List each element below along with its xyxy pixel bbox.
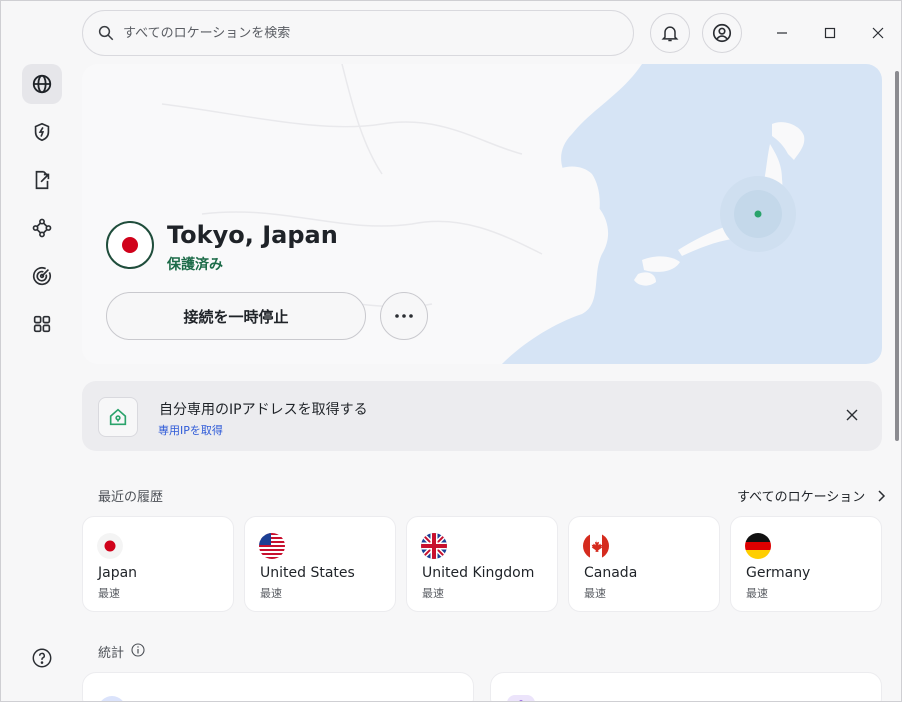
recent-card-name: United Kingdom [422, 565, 535, 581]
recent-card-name: United States [260, 565, 355, 581]
minimize-button[interactable] [768, 19, 796, 47]
recent-card-japan[interactable]: Japan 最速 [82, 516, 234, 612]
help-button[interactable] [30, 646, 54, 670]
pause-connection-button[interactable]: 接続を一時停止 [106, 292, 366, 340]
recent-card-germany[interactable]: Germany 最速 [730, 516, 882, 612]
recent-card-sub: 最速 [422, 587, 444, 600]
recent-heading: 最近の履歴 [98, 490, 164, 505]
recent-card-sub: 最速 [746, 587, 768, 600]
sidebar-item-meshnet[interactable] [22, 208, 62, 248]
more-horizontal-icon [395, 314, 413, 318]
current-location-flag [106, 221, 154, 269]
more-options-button[interactable] [380, 292, 428, 340]
us-flag-icon [259, 533, 285, 559]
search-icon [98, 25, 114, 41]
sidebar-item-dark-web-monitor[interactable] [22, 256, 62, 296]
bell-icon [661, 26, 679, 42]
globe-icon [32, 74, 52, 94]
stats-left-icon [101, 696, 123, 701]
all-locations-label: すべてのロケーション [737, 490, 866, 505]
recent-card-united-states[interactable]: United States 最速 [244, 516, 396, 612]
account-button[interactable] [702, 13, 742, 53]
get-dedicated-ip-link[interactable]: 専用IPを取得 [158, 422, 223, 438]
sidebar-item-split-tunneling[interactable] [22, 160, 62, 200]
chevron-right-icon [878, 489, 886, 502]
recent-card-sub: 最速 [260, 587, 282, 600]
split-tunnel-icon [35, 170, 50, 190]
maximize-icon [824, 27, 836, 39]
banner-close-button[interactable] [840, 403, 864, 427]
recent-card-name: Canada [584, 565, 638, 581]
recent-card-united-kingdom[interactable]: United Kingdom 最速 [406, 516, 558, 612]
maximize-button[interactable] [816, 19, 844, 47]
stats-heading: 統計 [98, 646, 125, 661]
scrollbar-thumb[interactable] [895, 71, 899, 441]
app-window: Tokyo, Japan 保護済み 接続を一時停止 自分専用のIPアドレスを取得… [0, 0, 902, 702]
search-bar[interactable] [82, 10, 634, 56]
info-icon[interactable] [131, 643, 145, 657]
help-icon [32, 648, 52, 668]
stats-card-left[interactable] [82, 672, 474, 701]
japan-flag-icon [97, 533, 123, 559]
connection-status: 保護済み [167, 257, 223, 273]
search-input[interactable] [123, 25, 603, 41]
dedicated-ip-icon-box [98, 397, 138, 437]
japan-flag-icon [112, 227, 148, 263]
sidebar-item-locations[interactable] [22, 64, 62, 104]
dedicated-ip-banner: 自分専用のIPアドレスを取得する 専用IPを取得 [82, 381, 882, 451]
meshnet-icon [32, 218, 52, 238]
apps-grid-icon [33, 315, 51, 333]
recent-card-name: Germany [746, 565, 811, 581]
recent-card-sub: 最速 [584, 587, 606, 600]
banner-title: 自分専用のIPアドレスを取得する [159, 402, 368, 418]
canada-flag-icon [583, 533, 609, 559]
radar-icon [32, 267, 51, 286]
recent-card-name: Japan [98, 565, 138, 581]
all-locations-link[interactable]: すべてのロケーション [737, 486, 889, 505]
close-icon [872, 27, 884, 39]
recent-card-canada[interactable]: Canada 最速 [568, 516, 720, 612]
uk-flag-icon [421, 533, 447, 559]
sidebar-item-apps[interactable] [22, 304, 62, 344]
germany-flag-icon [745, 533, 771, 559]
close-window-button[interactable] [864, 19, 892, 47]
home-pin-icon [109, 408, 127, 426]
recent-card-sub: 最速 [98, 587, 120, 600]
minimize-icon [777, 32, 787, 34]
shield-bolt-icon [34, 122, 50, 142]
stats-right-icon [507, 695, 535, 701]
sidebar-item-threat-protection[interactable] [22, 112, 62, 152]
notifications-button[interactable] [650, 13, 690, 53]
close-icon [846, 409, 858, 421]
stats-card-right[interactable] [490, 672, 882, 701]
user-icon [712, 23, 732, 43]
current-location-name: Tokyo, Japan [167, 221, 338, 249]
